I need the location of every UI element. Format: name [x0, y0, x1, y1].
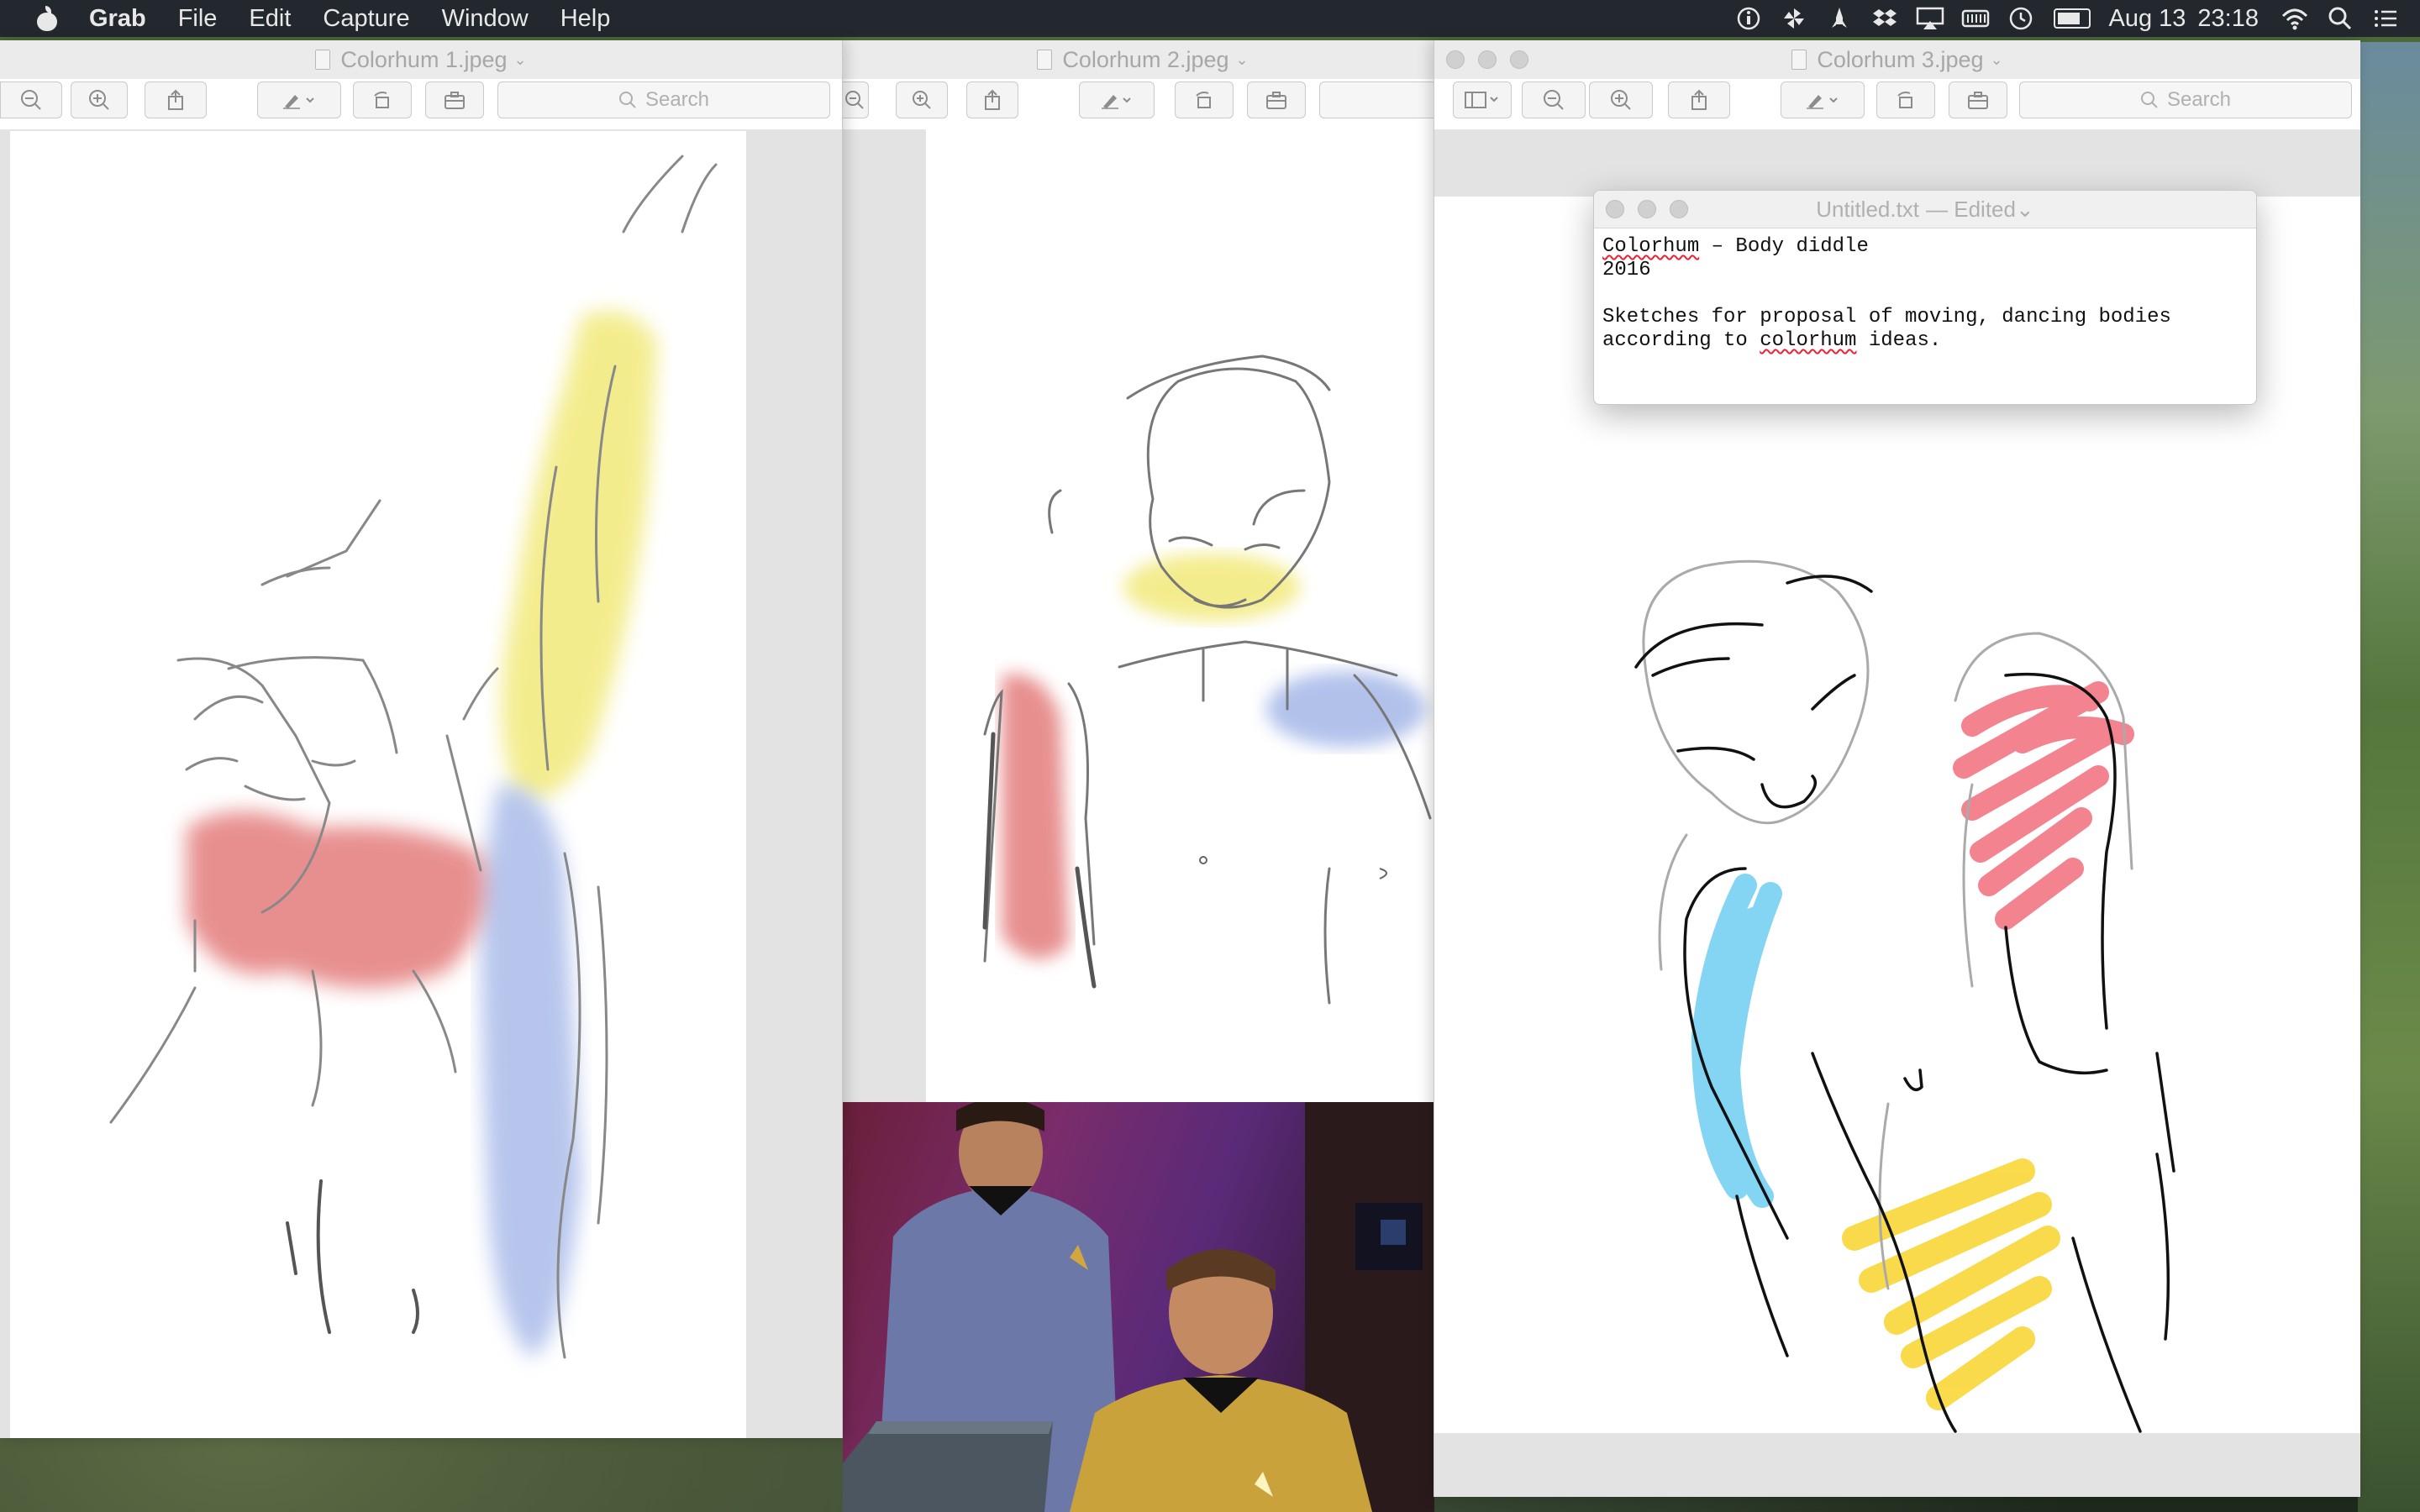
time-machine-icon[interactable]	[2007, 6, 2035, 31]
textedit-line-2: 2016	[1602, 259, 1651, 281]
share-icon[interactable]	[1668, 81, 1730, 118]
search-input[interactable]: Search	[2019, 81, 2352, 118]
menubar-date[interactable]: Aug 13	[2109, 5, 2186, 33]
textedit-status: — Edited	[1926, 196, 2016, 222]
rotate-icon[interactable]	[1175, 81, 1234, 118]
markup-icon[interactable]	[1781, 81, 1865, 118]
rotate-icon[interactable]	[353, 81, 412, 118]
sketch-image	[926, 129, 1445, 1102]
airplay-icon[interactable]	[1916, 6, 1944, 31]
info-icon[interactable]	[1734, 6, 1763, 31]
minimize-button[interactable]	[1638, 200, 1656, 218]
zoom-out-icon[interactable]	[1522, 81, 1586, 118]
menu-help[interactable]: Help	[560, 5, 611, 33]
misspelled-word[interactable]: Colorhum	[1602, 235, 1699, 258]
apple-icon[interactable]	[35, 6, 59, 31]
preview-window-1[interactable]: Colorhum 1.jpeg ⌄ Search	[0, 40, 843, 1438]
search-input[interactable]	[1319, 81, 1445, 118]
menu-bar: Grab File Edit Capture Window Help Aug 1…	[0, 0, 2420, 37]
desktop-wallpaper-strip	[2358, 42, 2420, 1512]
zoom-button[interactable]	[1670, 200, 1688, 218]
preview-window-2[interactable]: Colorhum 2.jpeg ⌄	[840, 40, 1445, 1102]
menu-app-name[interactable]: Grab	[89, 5, 146, 33]
zoom-out-icon[interactable]	[840, 81, 869, 118]
menu-window[interactable]: Window	[442, 5, 529, 33]
video-frame	[843, 1102, 1434, 1512]
menu-edit[interactable]: Edit	[249, 5, 291, 33]
misspelled-word[interactable]: colorhum	[1760, 329, 1856, 352]
sidebar-icon[interactable]	[1453, 81, 1512, 118]
textedit-line-5-post: ideas.	[1856, 329, 1942, 352]
share-icon[interactable]	[966, 81, 1018, 118]
rotate-icon[interactable]	[1876, 81, 1935, 118]
search-icon	[618, 92, 636, 108]
chevron-down-icon[interactable]: ⌄	[2016, 197, 2034, 223]
share-icon[interactable]	[145, 81, 207, 118]
toolbox-icon[interactable]	[1949, 81, 2007, 118]
textedit-content[interactable]: Colorhum – Body diddle 2016 Sketches for…	[1594, 228, 2256, 360]
zoom-out-icon[interactable]	[0, 81, 62, 118]
menubar-time[interactable]: 23:18	[2197, 5, 2259, 33]
textedit-line-5-pre: according to	[1602, 329, 1760, 352]
markup-icon[interactable]	[257, 81, 341, 118]
rocket-icon[interactable]	[1825, 6, 1854, 31]
toolbox-icon[interactable]	[1247, 81, 1306, 118]
dropbox-icon[interactable]	[1870, 6, 1899, 31]
search-icon	[2140, 92, 2158, 108]
close-button[interactable]	[1606, 200, 1624, 218]
pinwheel-icon[interactable]	[1780, 6, 1808, 31]
sketch-image	[10, 131, 746, 1438]
toolbox-icon[interactable]	[425, 81, 484, 118]
textedit-line-1: – Body diddle	[1699, 235, 1869, 258]
menu-file[interactable]: File	[178, 5, 218, 33]
notification-center-icon[interactable]	[2371, 6, 2400, 31]
menu-capture[interactable]: Capture	[323, 5, 409, 33]
markup-icon[interactable]	[1079, 81, 1155, 118]
search-input[interactable]: Search	[497, 81, 830, 118]
wifi-icon[interactable]	[2281, 6, 2309, 31]
textedit-window[interactable]: Untitled.txt — Edited ⌄ Colorhum – Body …	[1593, 190, 2257, 405]
battery-icon[interactable]	[2052, 6, 2092, 31]
spotlight-search-icon[interactable]	[2326, 6, 2354, 31]
zoom-in-icon[interactable]	[71, 81, 128, 118]
textedit-filename: Untitled.txt	[1816, 196, 1920, 222]
zoom-in-icon[interactable]	[1589, 81, 1653, 118]
zoom-in-icon[interactable]	[896, 81, 948, 118]
textedit-line-4: Sketches for proposal of moving, dancing…	[1602, 306, 2171, 328]
keyboard-icon[interactable]	[1961, 6, 1990, 31]
textedit-titlebar[interactable]: Untitled.txt — Edited ⌄	[1594, 191, 2256, 228]
